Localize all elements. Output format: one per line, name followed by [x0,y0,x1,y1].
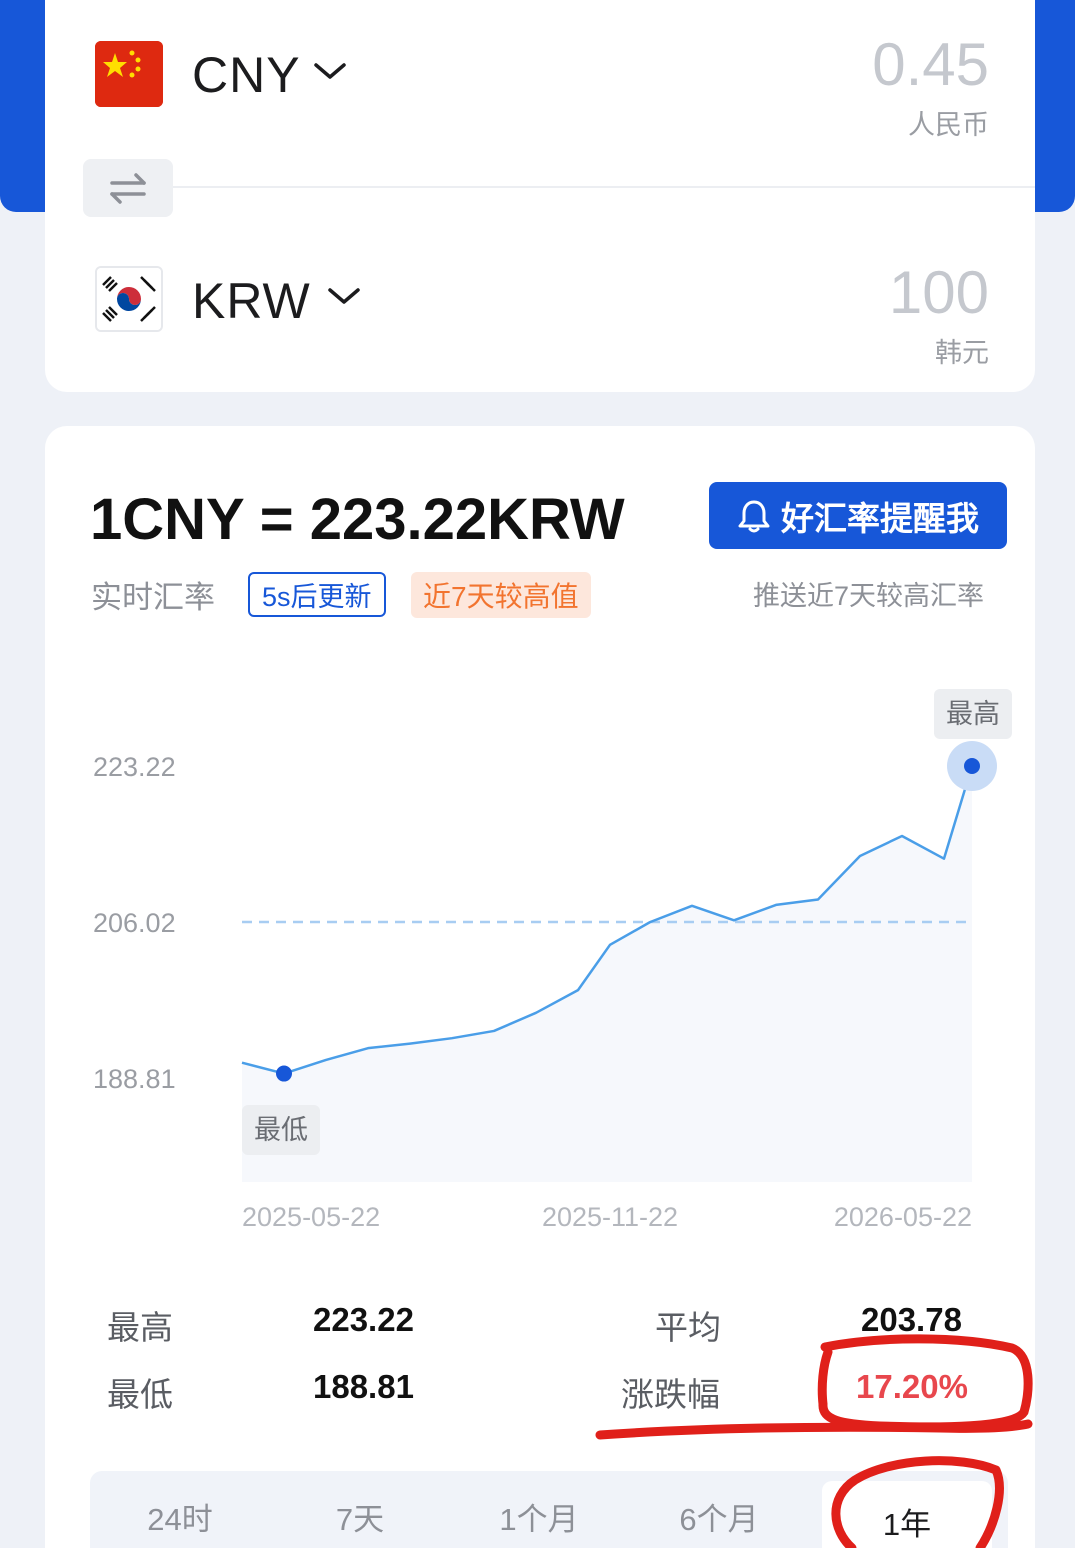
tab-7d[interactable]: 7天 [285,1471,435,1548]
divider [172,186,1035,188]
min-label: 最低 [254,1115,308,1145]
stat-change-label: 涨跌幅 [621,1376,720,1413]
page: CNY 0.45 人民币 KRW 100 韩元 1CNY = 223.22KRW… [0,0,1075,1548]
stat-low-value: 188.81 [313,1368,414,1405]
y-tick-label: 206.02 [93,908,176,938]
converter-card: CNY 0.45 人民币 KRW 100 韩元 [45,0,1035,392]
china-flag-icon[interactable] [95,41,163,107]
south-korea-flag-icon[interactable] [95,266,163,332]
from-currency-unit: 人民币 [908,110,989,140]
x-tick-label: 2026-05-22 [834,1202,972,1232]
chart-area [242,766,972,1182]
period-tabs: 24时 7天 1个月 6个月 1年 [90,1471,1008,1548]
min-point [276,1065,292,1082]
tab-1m[interactable]: 1个月 [464,1471,614,1548]
chevron-down-icon[interactable] [313,60,347,82]
max-point [964,758,980,774]
stat-change-value: 17.20% [856,1368,968,1405]
tab-6m[interactable]: 6个月 [644,1471,794,1548]
rate-history-chart[interactable]: 223.22 206.02 188.81 2025-05-22 2025-11-22 20… [45,426,1035,1256]
tab-1y[interactable]: 1年 [822,1481,992,1548]
from-currency-code[interactable]: CNY [192,46,301,104]
stat-high-label: 最高 [107,1309,173,1346]
rate-card: 1CNY = 223.22KRW 好汇率提醒我 实时汇率 5s后更新 近7天较高… [45,426,1035,1548]
to-currency-code[interactable]: KRW [192,272,311,330]
x-tick-label: 2025-05-22 [242,1202,380,1232]
swap-arrows-icon [110,173,146,204]
chevron-down-icon[interactable] [327,285,361,307]
stat-avg-label: 平均 [655,1309,721,1346]
tab-24h[interactable]: 24时 [105,1471,255,1548]
y-tick-label: 223.22 [93,752,176,782]
stat-low-label: 最低 [107,1376,173,1413]
stat-high-value: 223.22 [313,1301,414,1338]
max-label: 最高 [946,699,1000,729]
stat-avg-value: 203.78 [861,1301,962,1338]
swap-currencies-button[interactable] [83,159,173,217]
y-tick-label: 188.81 [93,1064,176,1094]
to-currency-unit: 韩元 [935,338,989,368]
from-amount-input[interactable]: 0.45 [872,30,989,99]
x-tick-label: 2025-11-22 [542,1202,678,1232]
to-amount-input[interactable]: 100 [889,258,989,327]
